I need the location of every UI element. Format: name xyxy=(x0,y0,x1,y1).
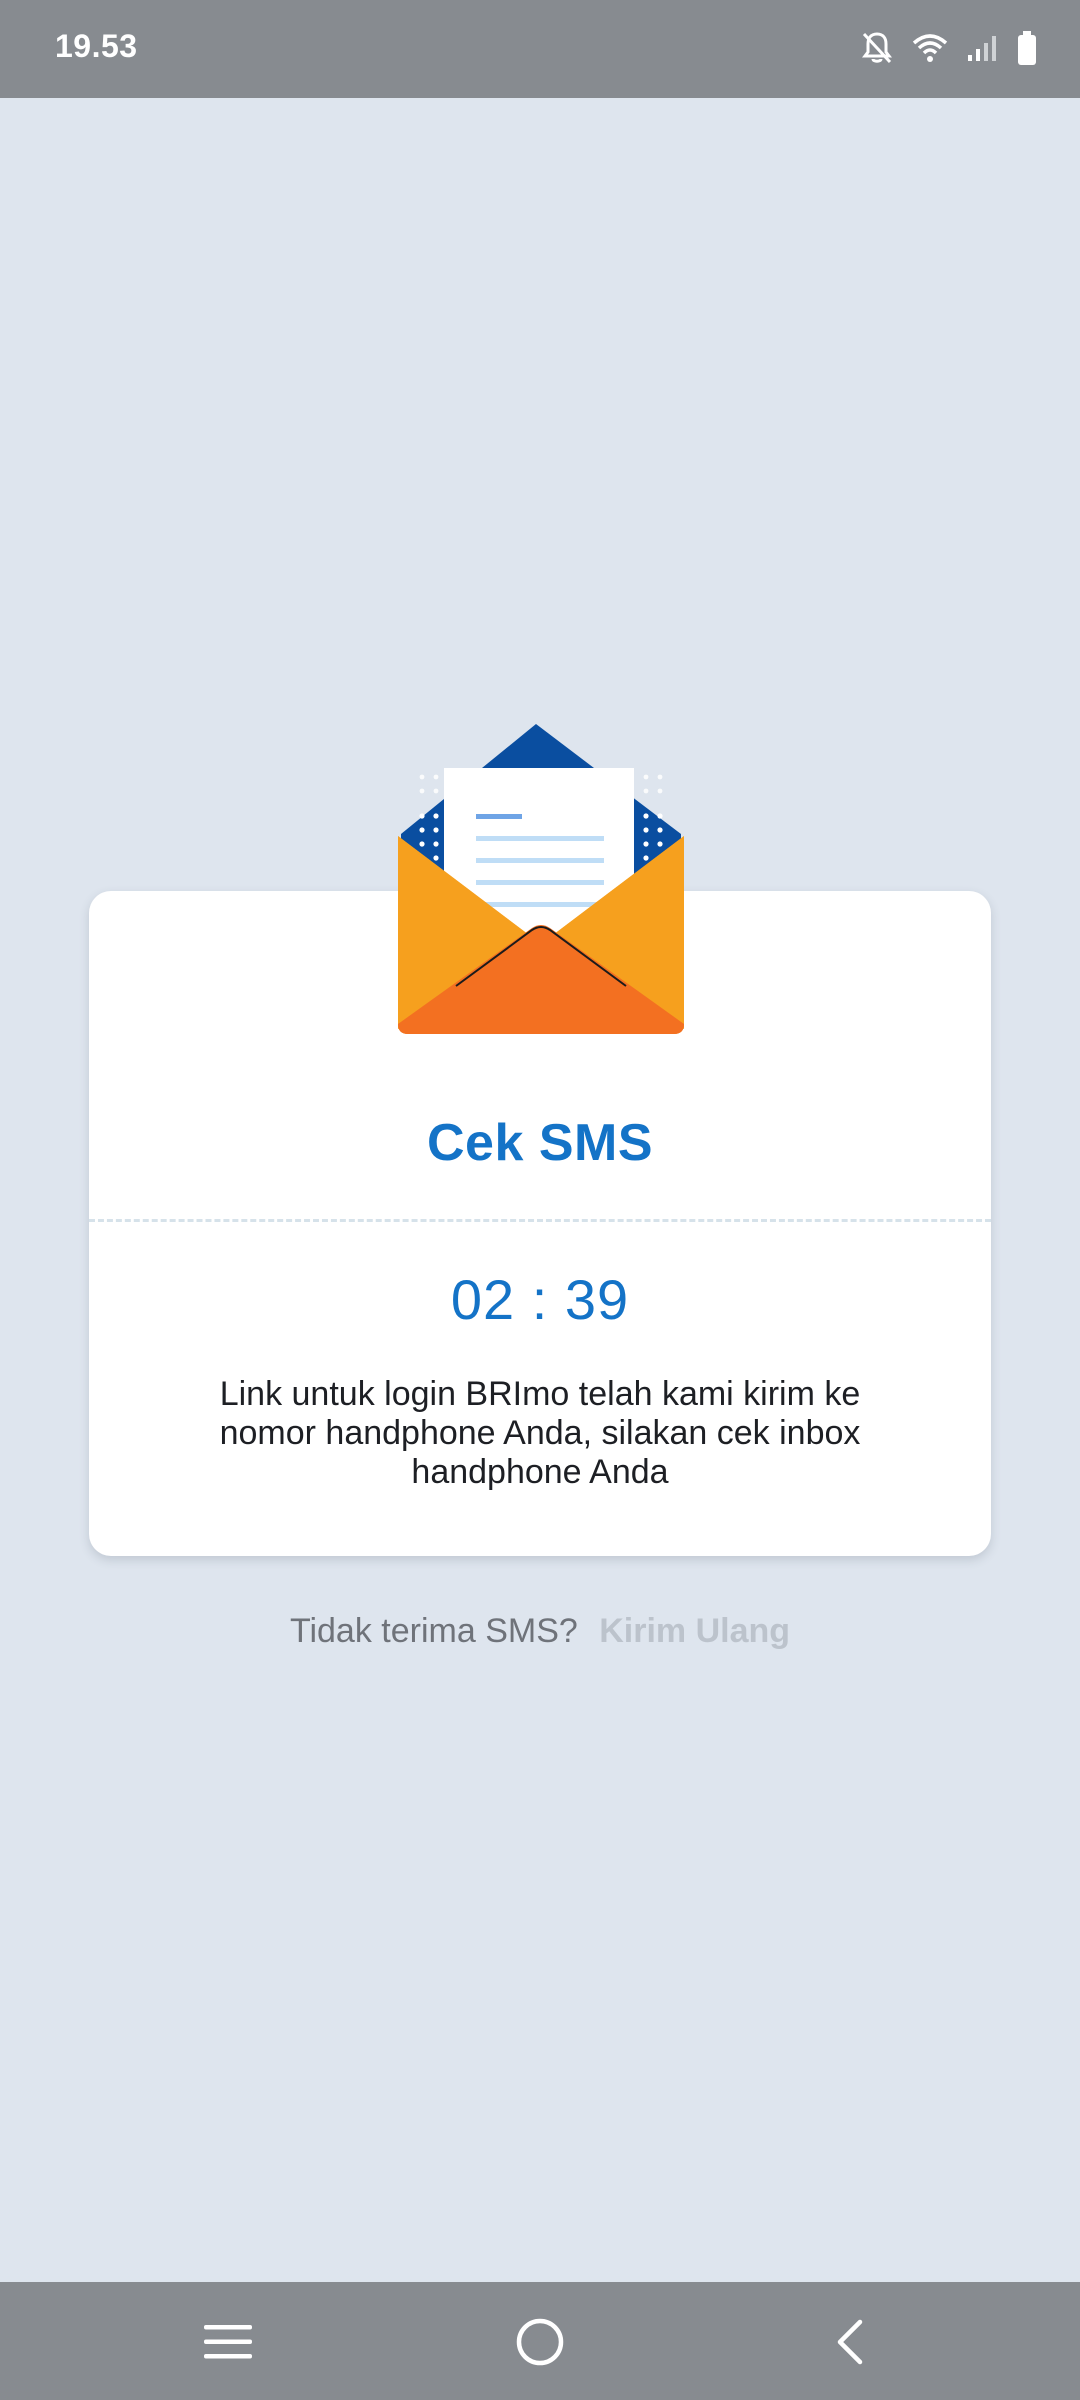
countdown-timer: 02 : 39 xyxy=(450,1268,630,1331)
home-icon[interactable] xyxy=(504,2306,576,2378)
battery-icon xyxy=(1016,30,1038,66)
resend-prompt: Tidak terima SMS? xyxy=(289,1612,578,1650)
open-envelope-icon xyxy=(396,724,686,1040)
signal-icon xyxy=(966,33,998,63)
status-icons xyxy=(860,30,1038,66)
navigation-bar xyxy=(0,2282,1080,2400)
back-icon[interactable] xyxy=(814,2306,886,2378)
resend-row: Tidak terima SMS? Kirim Ulang xyxy=(0,1612,1080,1651)
dashed-divider xyxy=(89,1219,991,1222)
card-title: Cek SMS xyxy=(426,1114,654,1172)
resend-link[interactable]: Kirim Ulang xyxy=(599,1612,790,1650)
card-message: Link untuk login BRImo telah kami kirim … xyxy=(219,1375,861,1491)
status-bar: 19.53 xyxy=(0,0,1080,98)
wifi-icon xyxy=(912,33,948,63)
notifications-off-icon xyxy=(860,30,894,66)
status-time: 19.53 xyxy=(55,28,138,64)
menu-icon[interactable] xyxy=(192,2306,264,2378)
